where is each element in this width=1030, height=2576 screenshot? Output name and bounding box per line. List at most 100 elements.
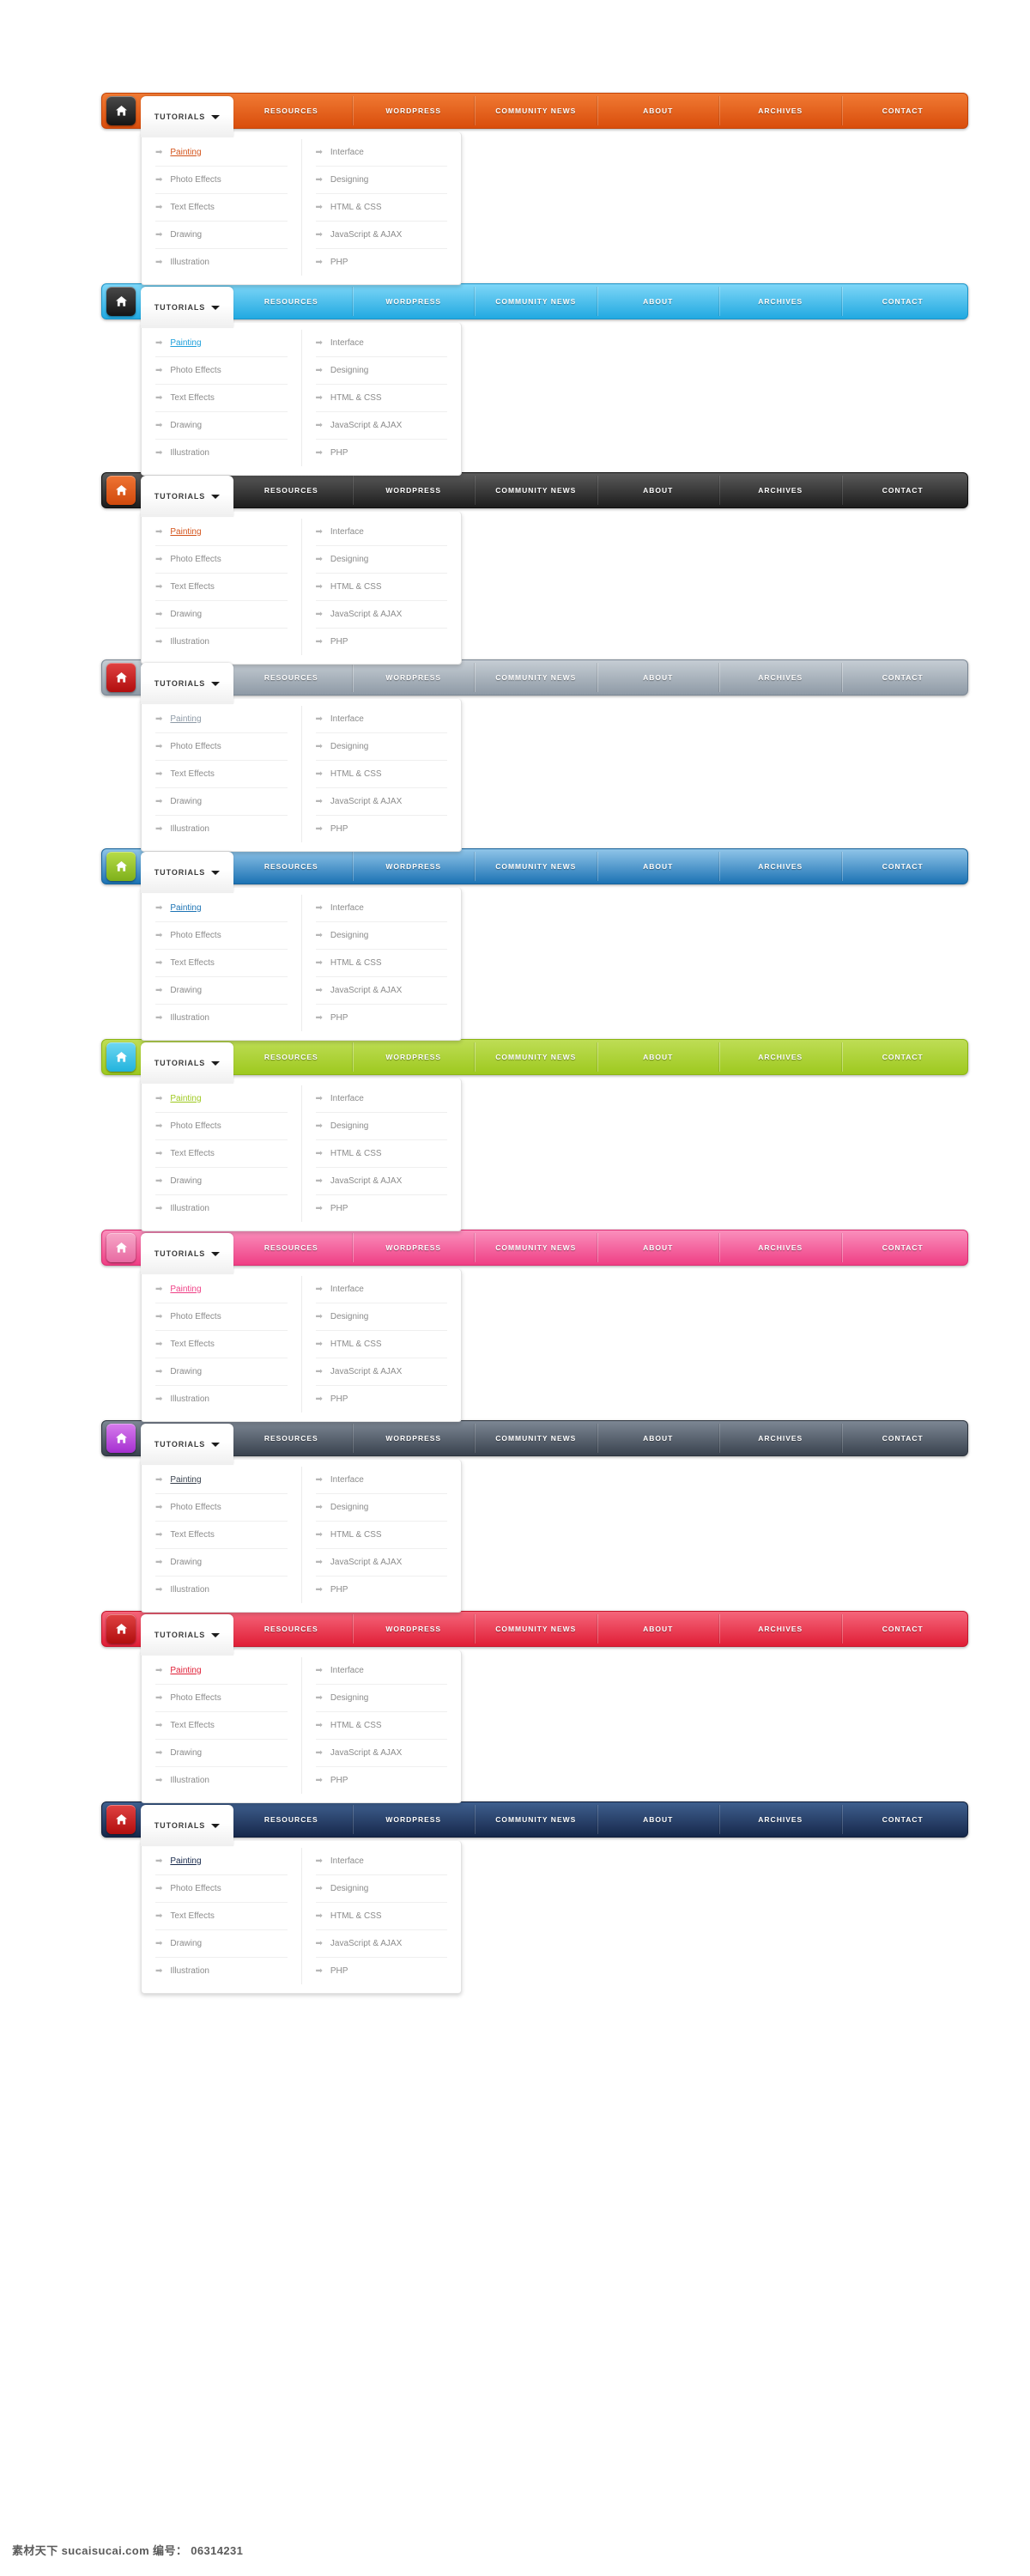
nav-link-archives[interactable]: ARCHIVES bbox=[719, 287, 842, 316]
dropdown-item[interactable]: ➡ Photo Effects bbox=[155, 1685, 288, 1712]
dropdown-item[interactable]: ➡ Text Effects bbox=[155, 1331, 288, 1358]
dropdown-item[interactable]: ➡ Painting bbox=[155, 1085, 288, 1113]
tab-tutorials-active[interactable]: TUTORIALS bbox=[141, 1424, 233, 1465]
dropdown-item[interactable]: ➡ Painting bbox=[155, 706, 288, 733]
dropdown-item[interactable]: ➡ Designing bbox=[315, 1303, 447, 1331]
dropdown-item[interactable]: ➡ JavaScript & AJAX bbox=[315, 1740, 447, 1767]
nav-link-wordpress[interactable]: WORDPRESS bbox=[352, 1805, 475, 1834]
tab-tutorials-active[interactable]: TUTORIALS bbox=[141, 1805, 233, 1846]
nav-link-contact[interactable]: CONTACT bbox=[841, 1424, 964, 1453]
nav-link-about[interactable]: ABOUT bbox=[597, 96, 719, 125]
nav-link-about[interactable]: ABOUT bbox=[597, 1042, 719, 1072]
dropdown-item[interactable]: ➡ Photo Effects bbox=[155, 1303, 288, 1331]
dropdown-item[interactable]: ➡ PHP bbox=[316, 440, 448, 466]
nav-link-wordpress[interactable]: WORDPRESS bbox=[352, 852, 475, 881]
nav-link-archives[interactable]: ARCHIVES bbox=[719, 1614, 842, 1643]
nav-link-resources[interactable]: RESOURCES bbox=[230, 476, 353, 505]
nav-link-community-news[interactable]: COMMUNITY NEWS bbox=[475, 287, 597, 316]
nav-link-archives[interactable]: ARCHIVES bbox=[719, 96, 842, 125]
nav-link-contact[interactable]: CONTACT bbox=[841, 287, 964, 316]
dropdown-item[interactable]: ➡ HTML & CSS bbox=[315, 1522, 447, 1549]
dropdown-item[interactable]: ➡ Drawing bbox=[155, 601, 288, 629]
dropdown-item[interactable]: ➡ Interface bbox=[315, 1467, 447, 1494]
dropdown-item[interactable]: ➡ Painting bbox=[155, 895, 288, 922]
dropdown-item[interactable]: ➡ Painting bbox=[155, 1848, 288, 1875]
dropdown-item[interactable]: ➡ HTML & CSS bbox=[315, 574, 447, 601]
dropdown-item[interactable]: ➡ Photo Effects bbox=[155, 546, 288, 574]
nav-link-contact[interactable]: CONTACT bbox=[841, 1805, 964, 1834]
dropdown-item[interactable]: ➡ JavaScript & AJAX bbox=[315, 1168, 447, 1195]
home-button[interactable] bbox=[106, 1424, 136, 1453]
dropdown-item[interactable]: ➡ Drawing bbox=[155, 977, 288, 1005]
tab-tutorials-active[interactable]: TUTORIALS bbox=[141, 476, 233, 517]
dropdown-item[interactable]: ➡ Photo Effects bbox=[155, 1113, 288, 1140]
dropdown-item[interactable]: ➡ Text Effects bbox=[155, 385, 288, 412]
dropdown-item[interactable]: ➡ Painting bbox=[155, 1276, 288, 1303]
dropdown-item[interactable]: ➡ Drawing bbox=[155, 1740, 288, 1767]
dropdown-item[interactable]: ➡ Drawing bbox=[155, 222, 288, 249]
nav-link-wordpress[interactable]: WORDPRESS bbox=[352, 1424, 475, 1453]
dropdown-item[interactable]: ➡ JavaScript & AJAX bbox=[315, 788, 447, 816]
dropdown-item[interactable]: ➡ Interface bbox=[315, 1848, 447, 1875]
dropdown-item[interactable]: ➡ Interface bbox=[315, 1085, 447, 1113]
home-button[interactable] bbox=[106, 96, 136, 125]
dropdown-item[interactable]: ➡ Illustration bbox=[155, 249, 288, 276]
dropdown-item[interactable]: ➡ Designing bbox=[315, 1494, 447, 1522]
nav-link-about[interactable]: ABOUT bbox=[597, 1805, 719, 1834]
home-button[interactable] bbox=[106, 1805, 136, 1834]
home-button[interactable] bbox=[106, 287, 136, 316]
dropdown-item[interactable]: ➡ HTML & CSS bbox=[315, 1712, 447, 1740]
dropdown-item[interactable]: ➡ Designing bbox=[315, 922, 447, 950]
dropdown-item[interactable]: ➡ HTML & CSS bbox=[315, 385, 447, 412]
nav-link-contact[interactable]: CONTACT bbox=[841, 1614, 964, 1643]
nav-link-archives[interactable]: ARCHIVES bbox=[719, 1042, 842, 1072]
dropdown-item[interactable]: ➡ Interface bbox=[315, 1276, 447, 1303]
dropdown-item[interactable]: ➡ PHP bbox=[316, 249, 448, 276]
dropdown-item[interactable]: ➡ Illustration bbox=[155, 440, 288, 466]
dropdown-item[interactable]: ➡ HTML & CSS bbox=[315, 194, 447, 222]
nav-link-wordpress[interactable]: WORDPRESS bbox=[352, 1233, 475, 1262]
dropdown-item[interactable]: ➡ Interface bbox=[315, 1657, 447, 1685]
dropdown-item[interactable]: ➡ Designing bbox=[315, 546, 447, 574]
dropdown-item[interactable]: ➡ Interface bbox=[315, 139, 447, 167]
nav-link-community-news[interactable]: COMMUNITY NEWS bbox=[475, 1233, 597, 1262]
dropdown-item[interactable]: ➡ Illustration bbox=[155, 1386, 288, 1413]
tab-tutorials-active[interactable]: TUTORIALS bbox=[141, 1614, 233, 1656]
dropdown-item[interactable]: ➡ Text Effects bbox=[155, 1712, 288, 1740]
nav-link-resources[interactable]: RESOURCES bbox=[230, 852, 353, 881]
dropdown-item[interactable]: ➡ PHP bbox=[316, 816, 448, 842]
dropdown-item[interactable]: ➡ Interface bbox=[315, 706, 447, 733]
dropdown-item[interactable]: ➡ Text Effects bbox=[155, 194, 288, 222]
dropdown-item[interactable]: ➡ PHP bbox=[316, 1577, 448, 1603]
nav-link-resources[interactable]: RESOURCES bbox=[230, 96, 353, 125]
dropdown-item[interactable]: ➡ JavaScript & AJAX bbox=[315, 1549, 447, 1577]
dropdown-item[interactable]: ➡ Drawing bbox=[155, 1549, 288, 1577]
dropdown-item[interactable]: ➡ PHP bbox=[316, 1195, 448, 1222]
nav-link-resources[interactable]: RESOURCES bbox=[230, 1042, 353, 1072]
dropdown-item[interactable]: ➡ Text Effects bbox=[155, 950, 288, 977]
dropdown-item[interactable]: ➡ Designing bbox=[315, 1685, 447, 1712]
nav-link-resources[interactable]: RESOURCES bbox=[230, 287, 353, 316]
dropdown-item[interactable]: ➡ PHP bbox=[316, 1767, 448, 1794]
nav-link-wordpress[interactable]: WORDPRESS bbox=[352, 476, 475, 505]
nav-link-community-news[interactable]: COMMUNITY NEWS bbox=[475, 1614, 597, 1643]
dropdown-item[interactable]: ➡ Painting bbox=[155, 330, 288, 357]
nav-link-community-news[interactable]: COMMUNITY NEWS bbox=[475, 1805, 597, 1834]
tab-tutorials-active[interactable]: TUTORIALS bbox=[141, 1233, 233, 1274]
dropdown-item[interactable]: ➡ Illustration bbox=[155, 816, 288, 842]
nav-link-contact[interactable]: CONTACT bbox=[841, 1233, 964, 1262]
nav-link-about[interactable]: ABOUT bbox=[597, 287, 719, 316]
nav-link-community-news[interactable]: COMMUNITY NEWS bbox=[475, 852, 597, 881]
dropdown-item[interactable]: ➡ Drawing bbox=[155, 1168, 288, 1195]
dropdown-item[interactable]: ➡ Text Effects bbox=[155, 574, 288, 601]
dropdown-item[interactable]: ➡ HTML & CSS bbox=[315, 761, 447, 788]
nav-link-community-news[interactable]: COMMUNITY NEWS bbox=[475, 1424, 597, 1453]
dropdown-item[interactable]: ➡ Interface bbox=[315, 330, 447, 357]
dropdown-item[interactable]: ➡ JavaScript & AJAX bbox=[315, 1930, 447, 1958]
dropdown-item[interactable]: ➡ Photo Effects bbox=[155, 357, 288, 385]
dropdown-item[interactable]: ➡ Text Effects bbox=[155, 761, 288, 788]
dropdown-item[interactable]: ➡ Designing bbox=[315, 167, 447, 194]
dropdown-item[interactable]: ➡ Drawing bbox=[155, 412, 288, 440]
tab-tutorials-active[interactable]: TUTORIALS bbox=[141, 663, 233, 704]
dropdown-item[interactable]: ➡ Photo Effects bbox=[155, 733, 288, 761]
